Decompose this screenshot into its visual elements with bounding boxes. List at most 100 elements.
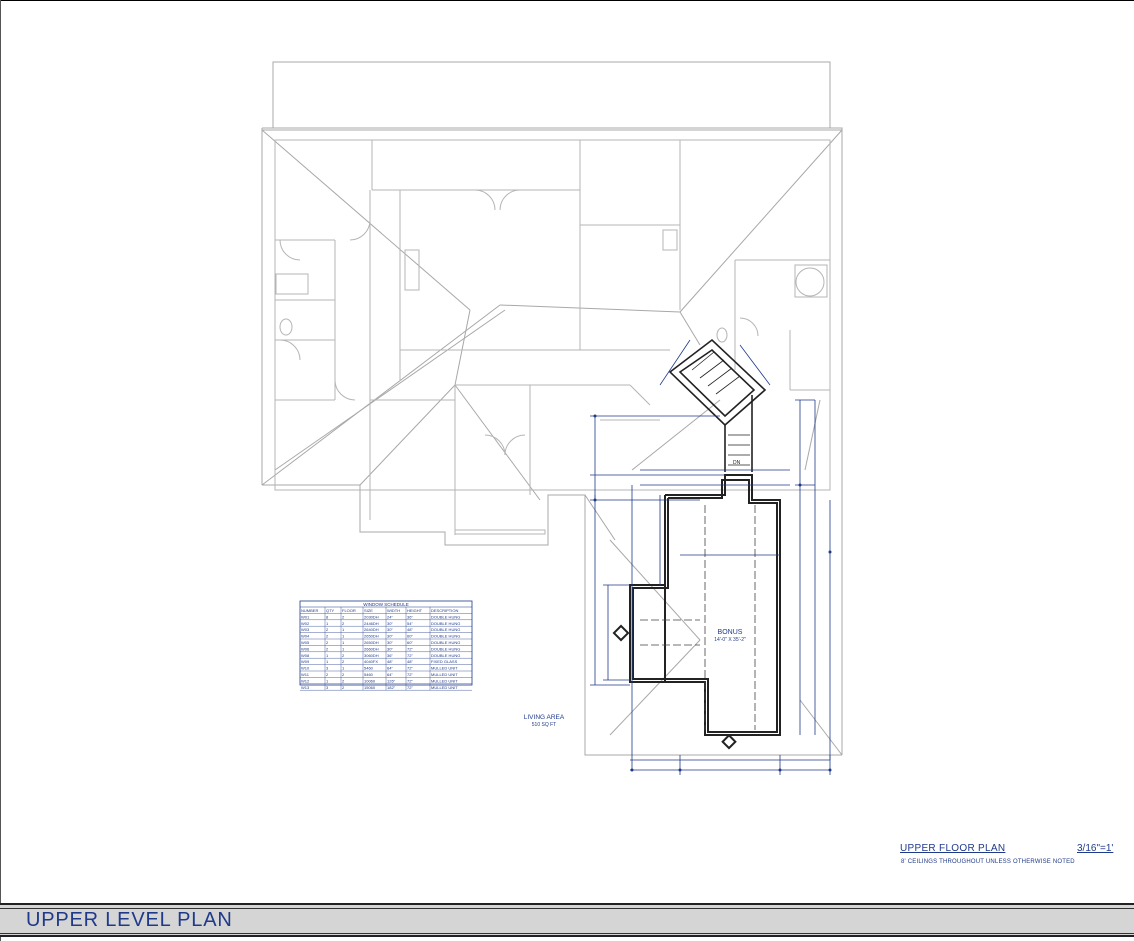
- schedule-cell: 3060DH: [364, 653, 379, 658]
- schedule-cell: 60": [407, 634, 413, 639]
- schedule-cell: 2: [326, 634, 329, 639]
- schedule-cell: 64": [387, 666, 393, 671]
- schedule-cell: 1: [326, 678, 329, 683]
- schedule-cell: 54": [407, 621, 413, 626]
- schedule-cell: 30": [387, 640, 393, 645]
- schedule-cell: 48": [407, 659, 413, 664]
- living-area-label: LIVING AREA: [524, 714, 565, 721]
- schedule-cell: 2: [342, 672, 345, 677]
- schedule-cell: 2: [342, 685, 345, 690]
- schedule-cell: 30": [387, 634, 393, 639]
- schedule-cell: MULLED UNIT: [431, 672, 458, 677]
- schedule-cell: 182": [387, 685, 396, 690]
- schedule-cell: 2: [326, 672, 329, 677]
- schedule-cell: 5460: [364, 666, 374, 671]
- schedule-cell: 30": [387, 646, 393, 651]
- schedule-cell: 2446DH: [364, 621, 379, 626]
- schedule-cell: W06: [301, 646, 310, 651]
- schedule-cell: 3: [326, 666, 329, 671]
- schedule-cell: MULLED UNIT: [431, 685, 458, 690]
- schedule-header-cell: NUMBER: [301, 608, 318, 613]
- schedule-cell: 2650DH: [364, 634, 379, 639]
- schedule-cell: W03: [301, 627, 310, 632]
- title-bar: UPPER LEVEL PLAN: [0, 903, 1134, 937]
- plan-scale: 3/16"=1': [1077, 843, 1114, 854]
- schedule-cell: W12: [301, 678, 310, 683]
- schedule-cell: 4040FX: [364, 659, 378, 664]
- schedule-cell: 2: [326, 627, 329, 632]
- schedule-cell: 8: [326, 614, 329, 619]
- schedule-cell: DOUBLE HUNG: [431, 646, 460, 651]
- schedule-cell: DOUBLE HUNG: [431, 653, 460, 658]
- schedule-cell: DOUBLE HUNG: [431, 627, 460, 632]
- schedule-cell: 5460: [364, 672, 374, 677]
- living-area-value: 510 SQ FT: [532, 722, 556, 728]
- schedule-cell: DOUBLE HUNG: [431, 640, 460, 645]
- schedule-cell: W04: [301, 634, 310, 639]
- schedule-cell: DOUBLE HUNG: [431, 614, 460, 619]
- drawing-sheet: DN BONUS 14'-0" X 35'-2" LIVING AREA 510…: [0, 0, 1134, 941]
- room-name: BONUS: [718, 629, 743, 636]
- schedule-cell: 10060: [364, 678, 376, 683]
- schedule-cell: 72": [407, 666, 413, 671]
- room-dimensions: 14'-0" X 35'-2": [714, 637, 746, 643]
- schedule-cell: W09: [301, 659, 310, 664]
- schedule-cell: 2: [342, 659, 345, 664]
- plan-title: UPPER FLOOR PLAN: [900, 843, 1006, 854]
- schedule-cell: 2: [326, 640, 329, 645]
- schedule-cell: 1: [326, 659, 329, 664]
- schedule-header-cell: FLOOR: [342, 608, 356, 613]
- schedule-cell: W08: [301, 653, 310, 658]
- schedule-cell: 2640DH: [364, 627, 379, 632]
- schedule-cell: 2: [342, 653, 345, 658]
- schedule-cell: 36": [407, 614, 413, 619]
- schedule-cell: 30": [387, 627, 393, 632]
- svg-text:DN: DN: [733, 460, 741, 466]
- plan-note: 8' CEILINGS THROUGHOUT UNLESS OTHERWISE …: [901, 859, 1075, 865]
- schedule-cell: MULLED UNIT: [431, 678, 458, 683]
- schedule-header-cell: QTY: [326, 608, 335, 613]
- schedule-cell: W10: [301, 666, 310, 671]
- schedule-cell: 72": [407, 685, 413, 690]
- schedule-cell: 15060: [364, 685, 376, 690]
- schedule-cell: W02: [301, 621, 310, 626]
- schedule-cell: DOUBLE HUNG: [431, 634, 460, 639]
- schedule-cell: 48": [387, 659, 393, 664]
- schedule-cell: 36": [387, 653, 393, 658]
- floor-plan-drawing: DN BONUS 14'-0" X 35'-2" LIVING AREA 510…: [261, 61, 843, 775]
- schedule-cell: 72": [407, 672, 413, 677]
- bonus-interior-lines: [640, 505, 756, 730]
- schedule-cell: W13: [301, 685, 310, 690]
- schedule-cell: W01: [301, 614, 310, 619]
- schedule-cell: 24": [387, 614, 393, 619]
- schedule-cell: 2: [342, 621, 345, 626]
- schedule-cell: 2650DH: [364, 640, 379, 645]
- schedule-header-cell: SIZE: [364, 608, 373, 613]
- schedule-cell: 1: [326, 653, 329, 658]
- schedule-cell: FIXED GLASS: [431, 659, 458, 664]
- schedule-cell: 1: [326, 621, 329, 626]
- schedule-cell: 1: [342, 627, 345, 632]
- schedule-cell: 2: [326, 646, 329, 651]
- schedule-cell: 72": [407, 678, 413, 683]
- schedule-cell: 60": [407, 640, 413, 645]
- schedule-cell: 2660DH: [364, 646, 379, 651]
- schedule-cell: 1: [342, 666, 345, 671]
- window-schedule-title: WINDOW SCHEDULE: [363, 602, 409, 607]
- sheet-title: UPPER LEVEL PLAN: [26, 909, 233, 931]
- schedule-cell: 2030DH: [364, 614, 379, 619]
- schedule-cell: 72": [407, 653, 413, 658]
- schedule-cell: MULLED UNIT: [431, 666, 458, 671]
- schedule-cell: 3: [326, 685, 329, 690]
- schedule-cell: W11: [301, 672, 310, 677]
- schedule-cell: 1: [342, 634, 345, 639]
- schedule-cell: 1: [342, 646, 345, 651]
- schedule-cell: 2: [342, 614, 345, 619]
- schedule-cell: DOUBLE HUNG: [431, 621, 460, 626]
- schedule-header-cell: WIDTH: [387, 608, 400, 613]
- schedule-cell: 126": [387, 678, 396, 683]
- schedule-cell: W05: [301, 640, 310, 645]
- schedule-cell: 1: [342, 640, 345, 645]
- schedule-cell: 48": [407, 627, 413, 632]
- schedule-header-cell: DESCRIPTION: [431, 608, 458, 613]
